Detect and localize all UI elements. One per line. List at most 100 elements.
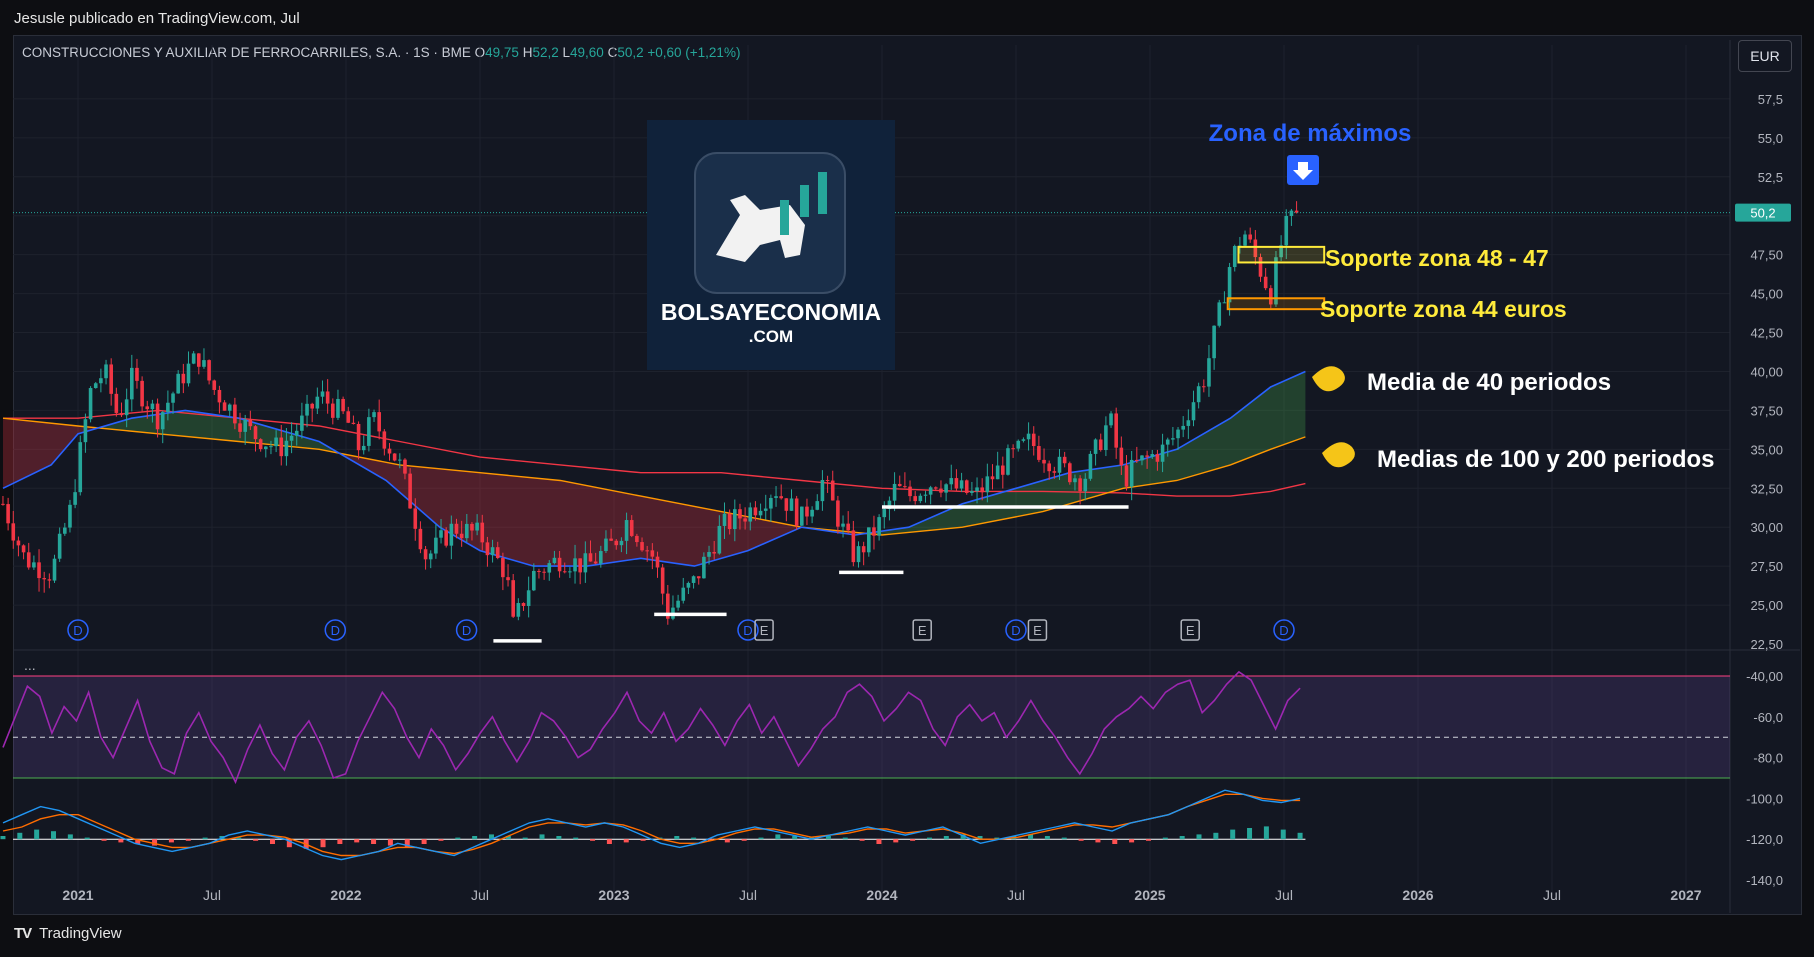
candle-body (583, 553, 588, 573)
candle-body (325, 391, 330, 404)
candle-body (176, 373, 180, 394)
candle-body (717, 525, 722, 554)
candle-body (501, 557, 505, 578)
candle-body (207, 360, 211, 381)
candle-body (619, 540, 624, 546)
candle-body (547, 563, 552, 573)
candle-body (825, 480, 830, 482)
macd-histogram-bar (421, 839, 427, 844)
candle-body (609, 538, 613, 541)
candle-body (810, 509, 814, 517)
candle-body (444, 530, 448, 546)
candle-body (1289, 210, 1294, 216)
candle-body (465, 523, 469, 539)
candle-body (320, 391, 325, 397)
candle-body (1191, 402, 1196, 421)
candle-body (722, 513, 727, 526)
candle-body (32, 562, 36, 568)
candle-body (1083, 478, 1088, 492)
candle-body (624, 520, 629, 541)
annotation-soporte-44: Soporte zona 44 euros (1320, 296, 1567, 322)
candle-body (57, 533, 62, 559)
candle-body (1, 503, 5, 505)
candle-body (300, 415, 304, 431)
tradingview-logo-icon: TV (14, 925, 32, 942)
candle-body (341, 398, 345, 412)
annotation-soporte-48-47: Soporte zona 48 - 47 (1325, 245, 1549, 271)
candle-body (145, 406, 150, 410)
candle-body (552, 557, 557, 564)
dividend-marker-label: D (1279, 623, 1288, 638)
candle-body (1047, 463, 1051, 472)
candle-body (428, 553, 433, 560)
macd-histogram-bar (606, 839, 612, 844)
candle-body (454, 523, 459, 534)
candle-body (763, 508, 768, 511)
price-axis-label: 52,5 (1758, 170, 1783, 185)
candle-body (212, 380, 217, 390)
candle-body (877, 517, 881, 536)
candle-body (459, 533, 464, 539)
candle-body (928, 487, 933, 495)
macd-histogram-bar (185, 839, 191, 841)
candle-body (470, 523, 474, 531)
ma-fill-group (3, 371, 1306, 567)
candle-body (227, 404, 232, 411)
candle-body (1031, 433, 1036, 447)
price-axis-label: 35,00 (1750, 442, 1783, 457)
macd-histogram-bar (758, 837, 764, 840)
price-axis-label: 45,00 (1750, 287, 1783, 302)
candle-body (382, 431, 387, 449)
candle-body (562, 571, 567, 573)
oscillator-axis-label: -120,0 (1746, 832, 1783, 847)
candle-body (1222, 302, 1227, 304)
price-axis-label: 30,00 (1750, 520, 1783, 535)
price-axis-label: 47,50 (1750, 248, 1783, 263)
candle-body (11, 523, 16, 541)
candle-body (181, 373, 186, 384)
candle-body (52, 558, 57, 581)
candle-body (841, 523, 845, 527)
candle-body (1052, 471, 1057, 473)
candle-body (645, 550, 649, 552)
earnings-marker-label: E (1186, 623, 1195, 638)
candle-body (449, 523, 454, 546)
candle-body (475, 522, 479, 531)
candle-body (346, 411, 351, 423)
candle-body (660, 567, 665, 594)
candle-body (150, 403, 155, 410)
candle-body (913, 496, 917, 502)
candle-body (867, 527, 871, 553)
candle-body (800, 506, 804, 526)
candle-body (784, 498, 789, 511)
candle-body (748, 507, 753, 522)
candle-body (532, 570, 536, 591)
candle-body (640, 542, 644, 551)
oscillator-axis-label: -60,0 (1753, 710, 1783, 725)
price-chart[interactable]: 50,2 57,5 55,0 52,5 47,50 45,00 42,50 40,00 37,5… (0, 0, 1814, 957)
macd-histogram-bar (1179, 836, 1185, 840)
candle-body (217, 389, 222, 403)
macd-histogram-bar (438, 839, 444, 841)
candle-body (279, 437, 284, 457)
dividend-marker-label: D (1011, 623, 1020, 638)
candle-body (1057, 456, 1062, 473)
candle-body (573, 558, 577, 572)
earnings-marker-label: E (1033, 623, 1042, 638)
macd-histogram-bar (253, 839, 259, 841)
candle-body (1150, 454, 1155, 457)
candle-body (434, 537, 438, 554)
candle-body (310, 403, 314, 409)
candle-body (238, 423, 242, 432)
macd-histogram-bar (17, 832, 23, 840)
candle-body (202, 360, 206, 367)
candle-body (264, 446, 268, 450)
candle-body (356, 423, 361, 451)
candle-body (861, 546, 866, 553)
annotation-media-40: Media de 40 periodos (1367, 369, 1611, 396)
time-axis-label: Jul (739, 887, 757, 903)
candle-body (506, 577, 510, 581)
logo-wordmark: BOLSAYECONOMIA (661, 299, 881, 325)
candle-body (1248, 234, 1252, 240)
price-axis-label: 40,00 (1750, 364, 1783, 379)
